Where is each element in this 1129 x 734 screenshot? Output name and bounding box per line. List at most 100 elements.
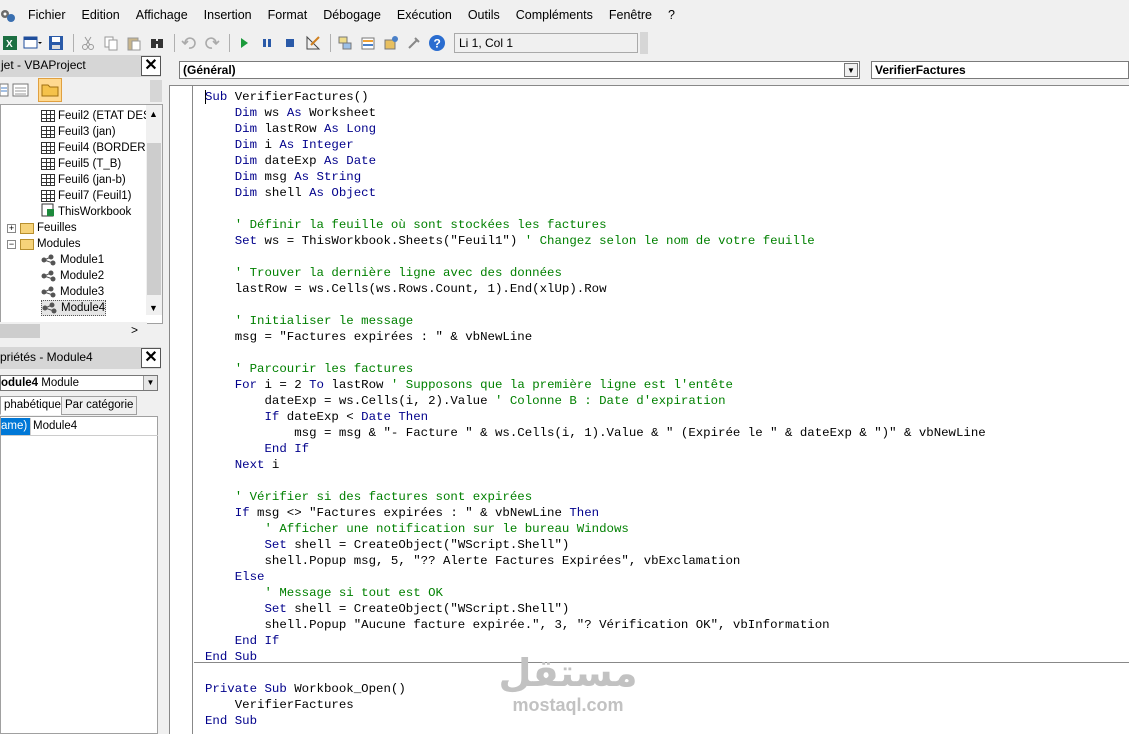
code-line[interactable]: End If	[205, 441, 986, 457]
properties-panel-close-icon[interactable]: ✕	[141, 348, 161, 368]
chevron-down-icon[interactable]: ▼	[143, 376, 157, 390]
tree-item-thisworkbook[interactable]: ThisWorkbook	[41, 203, 131, 220]
code-line[interactable]: Set shell = CreateObject("WScript.Shell"…	[205, 537, 986, 553]
undo-icon[interactable]	[179, 33, 199, 53]
design-mode-icon[interactable]	[303, 33, 323, 53]
code-line[interactable]: Dim i As Integer	[205, 137, 986, 153]
tree-item-module3[interactable]: Module3	[41, 284, 104, 300]
code-line[interactable]: shell.Popup msg, 5, "?? Alerte Factures …	[205, 553, 986, 569]
find-icon[interactable]	[147, 33, 167, 53]
property-row-name[interactable]: ame) Module4	[1, 418, 158, 436]
code-editor[interactable]: Sub VerifierFactures() Dim ws As Workshe…	[169, 85, 1129, 734]
menu-outils[interactable]: Outils	[460, 0, 508, 31]
view-object-icon[interactable]	[12, 81, 30, 102]
property-value[interactable]: Module4	[30, 418, 77, 435]
code-line[interactable]: ' Vérifier si des factures sont expirées	[205, 489, 986, 505]
properties-object-combo[interactable]: odule4 Module ▼	[0, 375, 158, 391]
code-line[interactable]: For i = 2 To lastRow ' Supposons que la …	[205, 377, 986, 393]
menu-affichage[interactable]: Affichage	[128, 0, 196, 31]
code-line[interactable]: Dim shell As Object	[205, 185, 986, 201]
reset-icon[interactable]	[280, 33, 300, 53]
tree-item-feuil2[interactable]: Feuil2 (ETAT DES	[41, 108, 151, 124]
tree-item-feuil6[interactable]: Feuil6 (jan-b)	[41, 172, 126, 188]
copy-icon[interactable]	[101, 33, 121, 53]
code-line[interactable]: Next i	[205, 457, 986, 473]
tree-item-module4[interactable]: Module4	[41, 300, 107, 316]
scroll-up-icon[interactable]: ▲	[149, 109, 158, 119]
code-text[interactable]: Sub VerifierFactures() Dim ws As Workshe…	[205, 89, 986, 729]
object-browser-icon[interactable]	[381, 33, 401, 53]
tree-item-feuil5[interactable]: Feuil5 (T_B)	[41, 156, 121, 172]
code-line[interactable]: ' Afficher une notification sur le burea…	[205, 521, 986, 537]
code-line[interactable]	[205, 473, 986, 489]
code-line[interactable]: Set ws = ThisWorkbook.Sheets("Feuil1") '…	[205, 233, 986, 249]
tree-item-feuil4[interactable]: Feuil4 (BORDERE	[41, 140, 153, 156]
code-line[interactable]	[205, 345, 986, 361]
tab-par-categorie[interactable]: Par catégorie	[61, 396, 138, 415]
paste-icon[interactable]	[124, 33, 144, 53]
expand-icon[interactable]: +	[7, 223, 16, 233]
menu-debogage[interactable]: Débogage	[315, 0, 389, 31]
help-icon[interactable]: ?	[427, 33, 447, 53]
scroll-right-icon[interactable]: >	[131, 323, 138, 337]
menu-fichier[interactable]: Fichier	[20, 0, 74, 31]
code-line[interactable]	[205, 201, 986, 217]
code-line[interactable]: ' Trouver la dernière ligne avec des don…	[205, 265, 986, 281]
run-icon[interactable]	[234, 33, 254, 53]
code-line[interactable]: ' Message si tout est OK	[205, 585, 986, 601]
code-line[interactable]: ' Initialiser le message	[205, 313, 986, 329]
tree-item-modules[interactable]: − Modules	[7, 236, 80, 252]
code-line[interactable]: If dateExp < Date Then	[205, 409, 986, 425]
chevron-down-icon[interactable]: ▼	[844, 63, 858, 77]
project-explorer-icon[interactable]	[335, 33, 355, 53]
view-code-icon[interactable]	[0, 81, 10, 102]
code-line[interactable]	[205, 297, 986, 313]
menu-help[interactable]: ?	[660, 0, 683, 31]
excel-icon[interactable]: X	[0, 33, 20, 53]
tree-item-feuil3[interactable]: Feuil3 (jan)	[41, 124, 116, 140]
toggle-folders-icon[interactable]	[38, 78, 62, 102]
code-line[interactable]: shell.Popup "Aucune facture expirée.", 3…	[205, 617, 986, 633]
break-icon[interactable]	[257, 33, 277, 53]
project-panel-close-icon[interactable]: ✕	[141, 56, 161, 76]
code-line[interactable]: dateExp = ws.Cells(i, 2).Value ' Colonne…	[205, 393, 986, 409]
code-margin-indicator-bar[interactable]	[170, 86, 193, 734]
menu-complements[interactable]: Compléments	[508, 0, 601, 31]
project-tree-vscrollbar[interactable]: ▲ ▼	[146, 105, 162, 315]
code-line[interactable]: End If	[205, 633, 986, 649]
scroll-thumb[interactable]	[147, 143, 161, 295]
toolbar-overflow-grip[interactable]	[640, 31, 648, 54]
code-line[interactable]: lastRow = ws.Cells(ws.Rows.Count, 1).End…	[205, 281, 986, 297]
tree-item-feuilles[interactable]: + Feuilles	[7, 220, 77, 236]
hscroll-thumb[interactable]	[0, 324, 40, 338]
tree-item-module1[interactable]: Module1	[41, 252, 104, 268]
vba-app-icon[interactable]	[0, 7, 18, 25]
code-line[interactable]: Set shell = CreateObject("WScript.Shell"…	[205, 601, 986, 617]
scroll-down-icon[interactable]: ▼	[149, 303, 158, 313]
save-icon[interactable]	[46, 33, 66, 53]
code-line[interactable]: Dim dateExp As Date	[205, 153, 986, 169]
tab-alphabetique[interactable]: phabétique	[0, 396, 65, 415]
object-combo[interactable]: (Général) ▼	[179, 61, 860, 79]
toolbox-icon[interactable]	[404, 33, 424, 53]
properties-icon[interactable]	[358, 33, 378, 53]
tree-item-module2[interactable]: Module2	[41, 268, 104, 284]
insert-userform-icon[interactable]	[23, 33, 43, 53]
code-line[interactable]	[205, 249, 986, 265]
collapse-icon[interactable]: −	[7, 239, 16, 249]
code-line[interactable]: Dim lastRow As Long	[205, 121, 986, 137]
menu-format[interactable]: Format	[260, 0, 316, 31]
code-line[interactable]: ' Parcourir les factures	[205, 361, 986, 377]
code-line[interactable]: Dim msg As String	[205, 169, 986, 185]
project-tree-hscrollbar[interactable]: >	[0, 322, 147, 340]
code-line[interactable]: Else	[205, 569, 986, 585]
code-line[interactable]: ' Définir la feuille où sont stockées le…	[205, 217, 986, 233]
panel-grip[interactable]	[150, 80, 162, 102]
menu-edition[interactable]: Edition	[74, 0, 128, 31]
code-line[interactable]: If msg <> "Factures expirées : " & vbNew…	[205, 505, 986, 521]
code-line[interactable]: Sub VerifierFactures()	[205, 89, 986, 105]
menu-execution[interactable]: Exécution	[389, 0, 460, 31]
code-line[interactable]: Dim ws As Worksheet	[205, 105, 986, 121]
menu-fenetre[interactable]: Fenêtre	[601, 0, 660, 31]
code-line[interactable]: msg = "Factures expirées : " & vbNewLine	[205, 329, 986, 345]
